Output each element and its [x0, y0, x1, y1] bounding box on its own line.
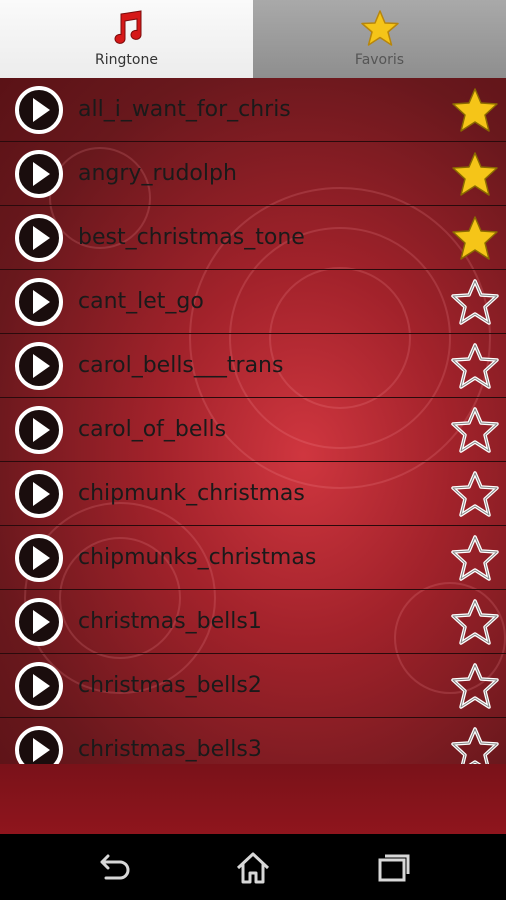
play-button-icon[interactable] — [14, 469, 64, 519]
home-icon[interactable] — [233, 848, 273, 888]
ringtone-title: chipmunk_christmas — [78, 481, 305, 506]
play-button-icon[interactable] — [14, 661, 64, 711]
play-button-icon[interactable] — [14, 725, 64, 764]
favorite-star-outline-icon[interactable] — [450, 470, 500, 518]
ringtone-title: angry_rudolph — [78, 161, 237, 186]
ringtone-row[interactable]: cant_let_go — [0, 270, 506, 334]
play-button-icon[interactable] — [14, 405, 64, 455]
ringtone-title: cant_let_go — [78, 289, 204, 314]
favorite-star-outline-icon[interactable] — [450, 726, 500, 764]
system-nav-bar — [0, 834, 506, 900]
tab-favoris-label: Favoris — [354, 52, 405, 68]
ringtone-title: all_i_want_for_chris — [78, 97, 291, 122]
ringtone-row[interactable]: christmas_bells2 — [0, 654, 506, 718]
ringtone-row[interactable]: angry_rudolph — [0, 142, 506, 206]
ringtone-row[interactable]: chipmunk_christmas — [0, 462, 506, 526]
play-button-icon[interactable] — [14, 85, 64, 135]
tab-ringtone-label: Ringtone — [95, 52, 158, 68]
ringtone-row[interactable]: christmas_bells1 — [0, 590, 506, 654]
play-button-icon[interactable] — [14, 533, 64, 583]
tab-ringtone[interactable]: Ringtone — [0, 0, 253, 78]
ringtone-title: christmas_bells3 — [78, 737, 262, 762]
ringtone-row[interactable]: carol_bells___trans — [0, 334, 506, 398]
ringtone-title: chipmunks_christmas — [78, 545, 317, 570]
play-button-icon[interactable] — [14, 341, 64, 391]
ringtone-title: christmas_bells1 — [78, 609, 262, 634]
music-note-icon — [114, 10, 141, 44]
favorite-star-outline-icon[interactable] — [450, 598, 500, 646]
play-button-icon[interactable] — [14, 597, 64, 647]
ringtone-row[interactable]: best_christmas_tone — [0, 206, 506, 270]
ringtone-title: christmas_bells2 — [78, 673, 262, 698]
bottom-banner — [0, 764, 506, 834]
favorite-star-outline-icon[interactable] — [450, 278, 500, 326]
ringtone-row[interactable]: carol_of_bells — [0, 398, 506, 462]
tab-favoris[interactable]: Favoris — [253, 0, 506, 78]
star-icon — [360, 10, 399, 46]
favorite-star-outline-icon[interactable] — [450, 534, 500, 582]
ringtone-list[interactable]: all_i_want_for_chris angry_rudolph best_ch… — [0, 78, 506, 764]
play-button-icon[interactable] — [14, 277, 64, 327]
ringtone-row[interactable]: chipmunks_christmas — [0, 526, 506, 590]
ringtone-row[interactable]: christmas_bells3 — [0, 718, 506, 764]
ringtone-title: carol_of_bells — [78, 417, 227, 442]
favorite-star-outline-icon[interactable] — [450, 342, 500, 390]
ringtone-row[interactable]: all_i_want_for_chris — [0, 78, 506, 142]
favorite-star-filled-icon[interactable] — [450, 214, 500, 262]
play-button-icon[interactable] — [14, 213, 64, 263]
favorite-star-filled-icon[interactable] — [450, 150, 500, 198]
back-icon[interactable] — [94, 848, 134, 888]
play-button-icon[interactable] — [14, 149, 64, 199]
ringtone-title: carol_bells___trans — [78, 353, 284, 378]
favorite-star-outline-icon[interactable] — [450, 662, 500, 710]
tab-bar: Ringtone Favoris — [0, 0, 506, 78]
favorite-star-outline-icon[interactable] — [450, 406, 500, 454]
favorite-star-filled-icon[interactable] — [450, 86, 500, 134]
recent-apps-icon[interactable] — [374, 848, 414, 888]
ringtone-title: best_christmas_tone — [78, 225, 305, 250]
